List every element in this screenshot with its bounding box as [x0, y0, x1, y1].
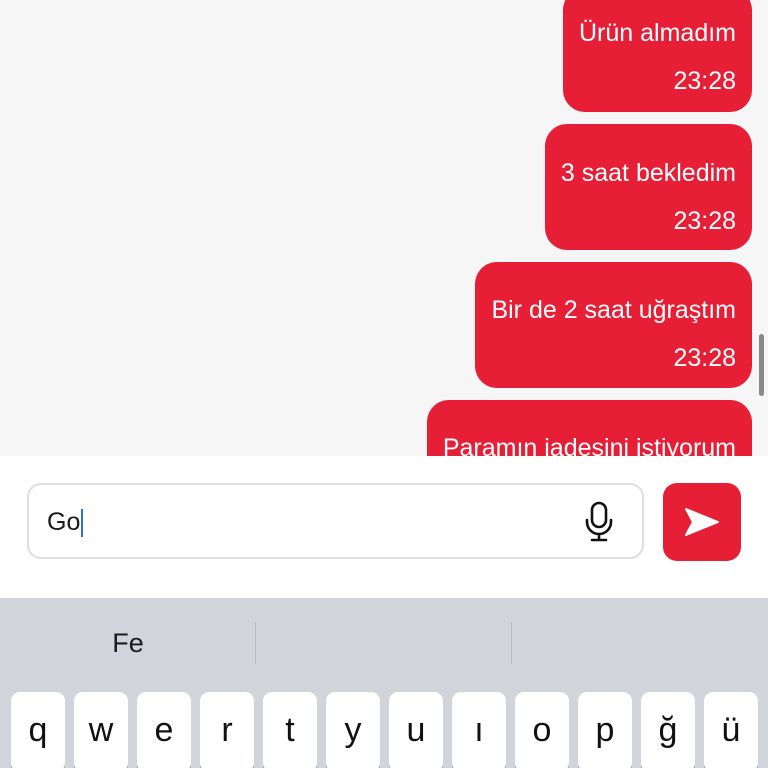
message-text: 3 saat bekledim	[560, 159, 736, 187]
suggestion-divider	[511, 622, 512, 664]
message-time: 23:28	[673, 67, 736, 95]
key-r[interactable]: r	[200, 692, 254, 768]
message-list[interactable]: Ürün almadım 23:28 3 saat bekledim 23:28…	[0, 0, 768, 456]
suggestion-1[interactable]: Fe	[0, 626, 256, 660]
chat-screen: Ürün almadım 23:28 3 saat bekledim 23:28…	[0, 0, 768, 768]
composer-bar: Go	[0, 456, 768, 598]
text-caret	[81, 509, 84, 538]
message-bubble-sent[interactable]: Ürün almadım 23:28	[563, 0, 752, 112]
keyboard: Fe q w e r t y u ı o p ğ ü	[0, 598, 768, 768]
message-time: 23:28	[673, 207, 736, 235]
key-t[interactable]: t	[263, 692, 317, 768]
key-u-umlaut[interactable]: ü	[704, 692, 758, 768]
message-input-text[interactable]: Go	[47, 507, 84, 538]
key-e[interactable]: e	[137, 692, 191, 768]
key-g-breve[interactable]: ğ	[641, 692, 695, 768]
message-text: Ürün almadım	[579, 19, 736, 47]
key-y[interactable]: y	[326, 692, 380, 768]
key-dotless-i[interactable]: ı	[452, 692, 506, 768]
suggestion-bar: Fe	[0, 598, 768, 688]
key-u[interactable]: u	[389, 692, 443, 768]
scrollbar[interactable]	[759, 334, 764, 396]
send-button[interactable]	[663, 483, 741, 561]
message-input[interactable]: Go	[27, 483, 644, 559]
key-p[interactable]: p	[578, 692, 632, 768]
message-text: Bir de 2 saat uğraştım	[491, 296, 736, 324]
send-arrow-icon	[685, 508, 719, 536]
message-text: Paramın iadesini istiyorum	[442, 434, 736, 456]
message-input-value: Go	[47, 508, 81, 536]
key-w[interactable]: w	[74, 692, 128, 768]
key-o[interactable]: o	[515, 692, 569, 768]
message-time: 23:28	[673, 344, 736, 372]
microphone-icon[interactable]	[584, 501, 614, 543]
key-q[interactable]: q	[11, 692, 65, 768]
message-bubble-sent[interactable]: 3 saat bekledim 23:28	[544, 124, 752, 250]
message-bubble-sent[interactable]: Paramın iadesini istiyorum	[426, 400, 752, 456]
message-bubble-sent[interactable]: Bir de 2 saat uğraştım 23:28	[475, 262, 752, 388]
suggestion-divider	[255, 622, 256, 664]
